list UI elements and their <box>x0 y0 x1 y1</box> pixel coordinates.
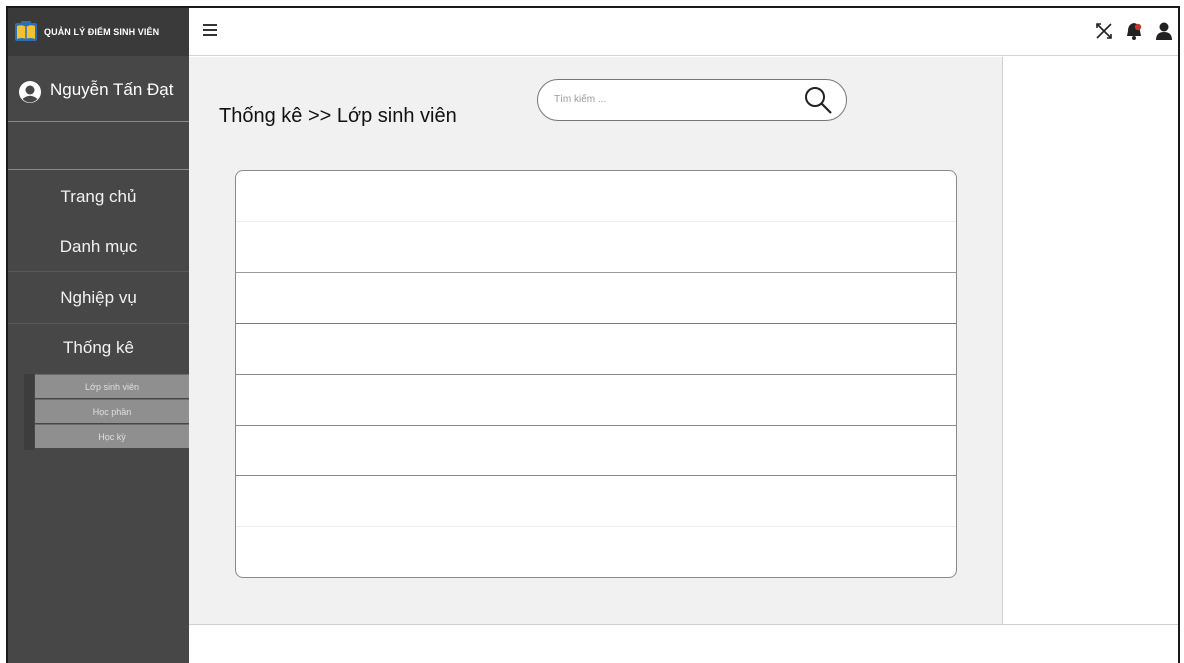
close-x-icon[interactable] <box>1094 21 1114 41</box>
top-bar <box>189 8 1178 56</box>
table-row[interactable] <box>236 375 956 426</box>
table-row[interactable] <box>236 476 956 527</box>
table-row[interactable] <box>236 426 956 477</box>
sidebar-item-statistics[interactable]: Thống kê <box>8 323 189 373</box>
user-name: Nguyễn Tấn Đạt <box>50 80 174 99</box>
user-avatar-icon <box>18 80 42 104</box>
top-bar-actions <box>1094 21 1174 41</box>
table-row[interactable] <box>236 273 956 324</box>
main-content: Thống kê >> Lớp sinh viên <box>189 57 1003 625</box>
sidebar-item-home[interactable]: Trang chủ <box>8 172 189 222</box>
book-logo-icon <box>14 20 38 44</box>
table-row[interactable] <box>236 222 956 273</box>
sidebar-item-catalog[interactable]: Danh mục <box>8 222 189 272</box>
statistics-submenu: Lớp sinh viên Học phần Học kỳ <box>8 374 189 450</box>
submenu-indent <box>24 374 34 450</box>
data-table <box>235 170 957 578</box>
submenu-item-semester[interactable]: Học kỳ <box>35 424 189 448</box>
divider <box>8 271 189 272</box>
table-row[interactable] <box>236 527 956 577</box>
search-input[interactable] <box>554 88 794 110</box>
search-box[interactable] <box>537 79 847 121</box>
submenu-item-student-class[interactable]: Lớp sinh viên <box>35 374 189 398</box>
hamburger-menu-icon[interactable] <box>203 24 217 38</box>
table-row[interactable] <box>236 171 956 222</box>
submenu-item-course[interactable]: Học phần <box>35 399 189 423</box>
notification-bell-icon[interactable] <box>1124 21 1144 41</box>
table-row[interactable] <box>236 324 956 375</box>
divider <box>8 169 189 170</box>
app-title: QUẢN LÝ ĐIỂM SINH VIÊN <box>44 27 160 37</box>
sidebar: QUẢN LÝ ĐIỂM SINH VIÊN Nguyễn Tấn Đạt Tr… <box>8 8 189 663</box>
user-profile[interactable]: Nguyễn Tấn Đạt <box>8 70 189 120</box>
search-icon[interactable] <box>802 84 834 116</box>
right-panel <box>1004 57 1178 625</box>
brand-header[interactable]: QUẢN LÝ ĐIỂM SINH VIÊN <box>8 8 189 56</box>
divider <box>8 121 189 122</box>
app-window: QUẢN LÝ ĐIỂM SINH VIÊN Nguyễn Tấn Đạt Tr… <box>6 6 1180 663</box>
breadcrumb: Thống kê >> Lớp sinh viên <box>219 105 457 127</box>
sidebar-item-operations[interactable]: Nghiệp vụ <box>8 273 189 323</box>
footer <box>189 624 1178 663</box>
user-icon[interactable] <box>1154 21 1174 41</box>
